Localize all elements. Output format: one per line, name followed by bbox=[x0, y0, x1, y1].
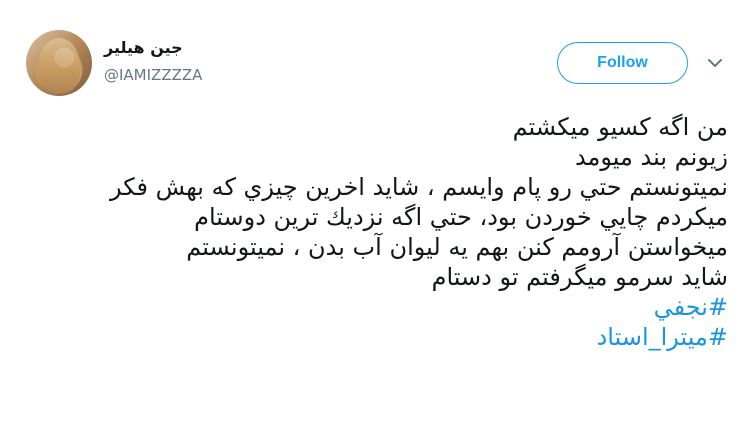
user-handle[interactable]: @IAMIZZZZA bbox=[104, 66, 202, 84]
tweet-line: نميتونستم حتي رو پام وايسم ، شايد اخرين … bbox=[110, 173, 728, 201]
chevron-down-icon[interactable] bbox=[706, 54, 724, 72]
tweet-line: شايد سرمو ميگرفتم تو دستام bbox=[431, 263, 728, 291]
user-display-name[interactable]: جين هيلير bbox=[104, 38, 183, 57]
tweet-line: من اگه کسيو ميکشتم bbox=[512, 113, 728, 141]
follow-button[interactable]: Follow bbox=[557, 42, 688, 84]
hashtag-link[interactable]: #نجفي bbox=[18, 292, 728, 322]
tweet-line: ميخواستن آرومم کنن بهم يه ليوان آب بدن ،… bbox=[186, 233, 728, 261]
hashtag-link[interactable]: #ميترا_استاد bbox=[18, 322, 728, 352]
tweet-text: من اگه کسيو ميکشتم زيونم بند ميومد نميتو… bbox=[18, 112, 728, 352]
avatar[interactable] bbox=[26, 30, 92, 96]
tweet-line: زيونم بند ميومد bbox=[574, 143, 728, 171]
tweet-line: ميکردم چايي خوردن بود، حتي اگه نزديك تري… bbox=[194, 203, 728, 231]
